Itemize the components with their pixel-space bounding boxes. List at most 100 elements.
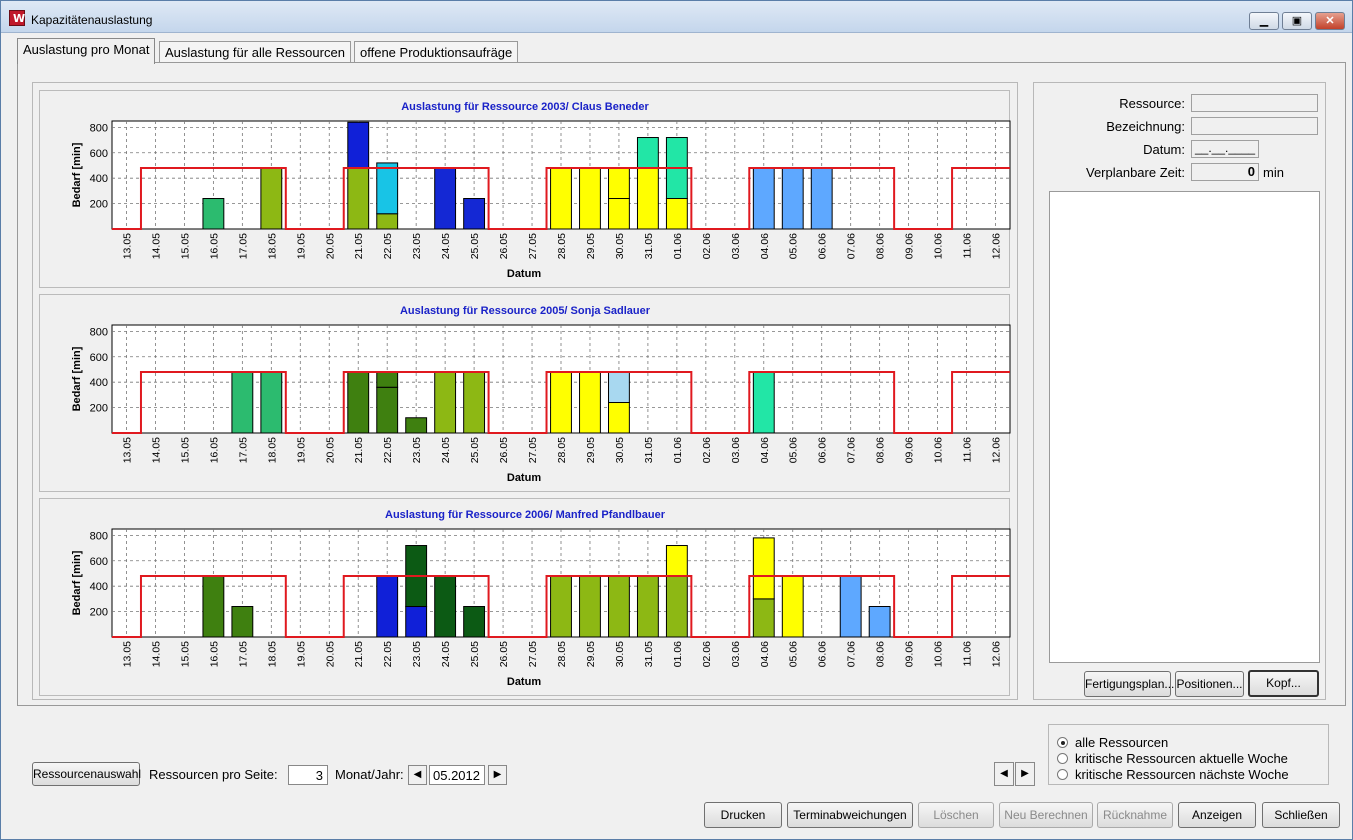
- x-tick-label: 13.05: [121, 437, 133, 463]
- minimize-button[interactable]: ▁: [1249, 12, 1279, 30]
- month-input[interactable]: 05.2012: [429, 765, 485, 785]
- x-tick-label: 04.06: [759, 641, 771, 667]
- radio-button-selected[interactable]: [1057, 737, 1068, 748]
- bar-segment-30.05: [608, 371, 630, 404]
- x-tick-label: 17.05: [237, 641, 249, 667]
- tab-offene-produktionsauftraege[interactable]: offene Produktionsaufräge: [354, 41, 519, 63]
- x-tick-label: 19.05: [295, 437, 307, 463]
- ressource-label: Ressource:: [1119, 96, 1185, 111]
- x-tick-label: 31.05: [643, 641, 655, 667]
- chart-svg-ressource-2006: Auslastung für Ressource 2006/ Manfred P…: [71, 509, 1011, 688]
- positionen-button[interactable]: Positionen...: [1175, 671, 1244, 697]
- x-tick-label: 24.05: [440, 641, 452, 667]
- page-next-button[interactable]: ▶: [1015, 762, 1035, 786]
- next-month-button[interactable]: ▶: [488, 765, 507, 785]
- x-tick-label: 24.05: [440, 437, 452, 463]
- x-tick-label: 06.06: [817, 437, 829, 463]
- ruecknahme-button[interactable]: Rücknahme: [1097, 802, 1173, 828]
- x-tick-label: 30.05: [614, 437, 626, 463]
- bar-segment-28.05: [550, 575, 572, 638]
- x-tick-label: 17.05: [237, 233, 249, 259]
- radio-button[interactable]: [1057, 753, 1068, 764]
- per-page-label: Ressourcen pro Seite:: [149, 767, 278, 782]
- y-tick-label: 800: [90, 530, 108, 542]
- bar-segment-05.06: [781, 167, 804, 230]
- x-tick-label: 07.06: [846, 233, 858, 259]
- tab-auslastung-alle-ressourcen[interactable]: Auslastung für alle Ressourcen: [159, 41, 351, 63]
- bar-segment-22.05: [376, 386, 399, 434]
- chart-title: Auslastung für Ressource 2005/ Sonja Sad…: [400, 305, 651, 317]
- x-tick-label: 04.06: [759, 233, 771, 259]
- bar-segment-22.05: [376, 162, 399, 215]
- x-tick-label: 23.05: [411, 233, 423, 259]
- ressource-field: [1191, 94, 1318, 112]
- x-tick-label: 09.06: [904, 233, 916, 259]
- x-tick-label: 30.05: [614, 641, 626, 667]
- bar-segment-30.05: [608, 402, 630, 434]
- bar-segment-01.06: [665, 198, 688, 230]
- x-tick-label: 05.06: [788, 437, 800, 463]
- y-axis-label: Bedarf [min]: [71, 550, 83, 615]
- x-tick-label: 15.05: [179, 437, 191, 463]
- x-tick-label: 02.06: [701, 641, 713, 667]
- x-tick-label: 15.05: [179, 233, 191, 259]
- chart-ressource-2005: Auslastung für Ressource 2005/ Sonja Sad…: [39, 294, 1011, 492]
- x-tick-label: 15.05: [179, 641, 191, 667]
- per-page-input[interactable]: 3: [288, 765, 328, 785]
- bar-segment-04.06: [752, 371, 775, 434]
- bar-segment-17.05: [231, 606, 254, 638]
- close-button[interactable]: ✕: [1315, 12, 1345, 30]
- verplanbare-zeit-field: 0: [1191, 163, 1259, 181]
- bar-segment-07.06: [839, 575, 862, 638]
- x-tick-label: 27.05: [527, 641, 539, 667]
- neu-berechnen-button[interactable]: Neu Berechnen: [999, 802, 1093, 828]
- y-tick-label: 400: [90, 377, 108, 389]
- x-tick-label: 10.06: [933, 233, 945, 259]
- bar-segment-22.05: [376, 575, 399, 638]
- bar-segment-04.06: [752, 167, 775, 230]
- radio-button[interactable]: [1057, 769, 1068, 780]
- maximize-button[interactable]: ▣: [1282, 12, 1312, 30]
- kopf-button[interactable]: Kopf...: [1248, 670, 1319, 697]
- schliessen-button[interactable]: Schließen: [1262, 802, 1340, 828]
- title-bar: W Kapazitätenauslastung ▁ ▣ ✕: [1, 1, 1352, 33]
- x-tick-label: 19.05: [295, 233, 307, 259]
- bar-segment-28.05: [550, 167, 572, 230]
- bar-segment-08.06: [868, 606, 891, 638]
- prev-month-button[interactable]: ◀: [408, 765, 427, 785]
- bar-segment-05.06: [781, 575, 804, 638]
- bar-segment-25.05: [463, 606, 486, 638]
- x-tick-label: 19.05: [295, 641, 307, 667]
- bezeichnung-field: [1191, 117, 1318, 135]
- x-tick-label: 01.06: [672, 437, 684, 463]
- y-tick-label: 400: [90, 173, 108, 185]
- page-prev-button[interactable]: ◀: [994, 762, 1014, 786]
- x-tick-label: 02.06: [701, 437, 713, 463]
- x-tick-label: 10.06: [933, 437, 945, 463]
- bar-segment-21.05: [347, 167, 370, 230]
- terminabweichungen-button[interactable]: Terminabweichungen: [787, 802, 913, 828]
- bar-segment-25.05: [463, 198, 486, 230]
- loeschen-button[interactable]: Löschen: [918, 802, 994, 828]
- anzeigen-button[interactable]: Anzeigen: [1178, 802, 1256, 828]
- datum-field: __.__.____: [1191, 140, 1259, 158]
- month-label: Monat/Jahr:: [335, 767, 404, 782]
- bar-segment-24.05: [434, 167, 457, 230]
- fertigungsplan-button[interactable]: Fertigungsplan...: [1084, 671, 1174, 697]
- drucken-button[interactable]: Drucken: [704, 802, 782, 828]
- chart-ressource-2003: Auslastung für Ressource 2003/ Claus Ben…: [39, 90, 1011, 288]
- bar-segment-01.06: [665, 545, 688, 577]
- details-list[interactable]: [1049, 191, 1320, 663]
- x-tick-label: 06.06: [817, 233, 829, 259]
- y-axis-label: Bedarf [min]: [71, 142, 83, 207]
- x-tick-label: 21.05: [353, 437, 365, 463]
- radio-label: alle Ressourcen: [1075, 735, 1169, 750]
- chart-title: Auslastung für Ressource 2003/ Claus Ben…: [401, 101, 649, 113]
- ressourcenauswahl-button[interactable]: Ressourcenauswahl: [32, 762, 141, 786]
- x-tick-label: 18.05: [266, 641, 278, 667]
- tab-auslastung-pro-monat[interactable]: Auslastung pro Monat: [17, 38, 156, 64]
- bar-segment-04.06: [752, 537, 775, 600]
- x-tick-label: 02.06: [701, 233, 713, 259]
- bar-segment-29.05: [579, 575, 601, 638]
- y-tick-label: 600: [90, 556, 108, 568]
